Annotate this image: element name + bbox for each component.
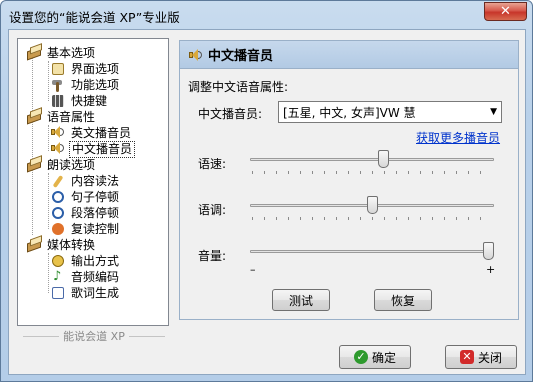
book-icon (26, 45, 42, 61)
restore-button[interactable]: 恢复 (374, 289, 432, 311)
tree-group-label: 基本选项 (47, 45, 96, 60)
tree-group-label: 媒体转换 (47, 237, 96, 252)
product-name-text: 能说会道 XP (63, 330, 125, 343)
window-title: 设置您的“能说会道 XP”专业版 (9, 10, 180, 25)
tree-group-voice[interactable]: 语音属性 (26, 109, 97, 125)
tree-item-label: 中文播音员 (69, 140, 136, 158)
restore-button-label: 恢复 (390, 293, 415, 308)
pencil-icon (50, 173, 66, 189)
pitch-slider[interactable] (250, 195, 494, 220)
close-icon: ✕ (500, 4, 511, 19)
more-announcers-link[interactable]: 获取更多播音员 (416, 129, 500, 146)
ok-button[interactable]: ✓ 确定 (339, 345, 411, 369)
announcer-select-value: [五星, 中文, 女声]VW 慧 (283, 105, 416, 120)
volume-slider[interactable] (250, 241, 494, 265)
close-x-icon: ✕ (459, 350, 474, 364)
tree-item-label: 英文播音员 (71, 125, 132, 140)
tree-item-hotkeys[interactable]: 快捷键 (50, 93, 109, 109)
group-title: 调整中文语音属性: (188, 80, 289, 94)
tree-item-paragraph-pause[interactable]: 段落停顿 (50, 205, 121, 221)
tree-item-label: 内容读法 (71, 173, 120, 188)
book-icon (26, 237, 42, 253)
volume-min-label: – (250, 263, 256, 276)
pitch-label: 语调: (198, 203, 227, 217)
tree-group-label: 朗读选项 (47, 157, 96, 172)
tree-item-label: 段落停顿 (71, 205, 120, 220)
settings-tree[interactable]: 基本选项 界面选项 功能选项 快捷键 语音属性 英文播音员 中文播音员 朗读选项… (17, 38, 169, 326)
stopwatch-icon (50, 205, 66, 221)
slider-ticks (252, 217, 492, 220)
panel-title: 中文播音员 (208, 49, 274, 64)
repeat-icon (50, 221, 66, 237)
tree-item-label: 功能选项 (71, 77, 120, 92)
slider-ticks (252, 171, 492, 174)
tree-group-label: 语音属性 (47, 109, 96, 124)
title-bar[interactable]: 设置您的“能说会道 XP”专业版 ✕ (1, 1, 532, 29)
test-button[interactable]: 测试 (272, 289, 330, 311)
settings-window: 设置您的“能说会道 XP”专业版 ✕ 基本选项 界面选项 功能选项 快捷键 语音… (0, 0, 533, 382)
tree-item-output-mode[interactable]: 输出方式 (50, 253, 121, 269)
speed-label: 语速: (198, 157, 227, 171)
ok-button-label: 确定 (371, 350, 396, 365)
tree-item-chinese-announcer[interactable]: 中文播音员 (50, 140, 136, 158)
dialog-body: 基本选项 界面选项 功能选项 快捷键 语音属性 英文播音员 中文播音员 朗读选项… (8, 29, 526, 375)
hammer-icon (50, 77, 66, 93)
slider-track (250, 158, 494, 161)
tree-item-lyrics-generation[interactable]: 歌词生成 (50, 285, 121, 301)
music-note-icon: ♪ (53, 269, 62, 284)
speaker-icon (50, 141, 66, 157)
book-icon (26, 109, 42, 125)
speaker-icon (188, 48, 202, 62)
product-name-label: 能说会道 XP (19, 328, 169, 344)
chevron-down-icon[interactable]: ▼ (490, 107, 497, 117)
tree-item-label: 句子停顿 (71, 189, 120, 204)
tree-item-english-announcer[interactable]: 英文播音员 (50, 125, 133, 141)
tree-item-label: 歌词生成 (71, 285, 120, 300)
speed-slider[interactable] (250, 149, 494, 174)
volume-max-label: + (486, 263, 496, 276)
tree-item-label: 界面选项 (71, 61, 120, 76)
speaker-icon (50, 125, 66, 141)
tree-item-repeat-control[interactable]: 复读控制 (50, 221, 121, 237)
announcer-settings-panel: 中文播音员 调整中文语音属性: 中文播音员: [五星, 中文, 女声]VW 慧 … (179, 40, 519, 320)
export-icon (50, 253, 66, 269)
tree-item-audio-encoding[interactable]: ♪ 音频编码 (50, 269, 121, 285)
tree-item-label: 输出方式 (71, 253, 120, 268)
tree-group-reading[interactable]: 朗读选项 (26, 157, 97, 173)
window-close-button[interactable]: ✕ (484, 2, 527, 21)
test-button-label: 测试 (288, 293, 313, 308)
tree-item-label: 音频编码 (71, 269, 120, 284)
slider-thumb[interactable] (367, 196, 378, 214)
checkmark-icon: ✓ (353, 350, 368, 364)
close-button[interactable]: ✕ 关闭 (445, 345, 517, 369)
tree-item-interface[interactable]: 界面选项 (50, 61, 121, 77)
volume-label: 音量: (198, 249, 227, 263)
tree-item-content-reading[interactable]: 内容读法 (50, 173, 121, 189)
lyrics-icon (50, 285, 66, 301)
tree-item-label: 复读控制 (71, 221, 120, 236)
announcer-select[interactable]: [五星, 中文, 女声]VW 慧 ▼ (278, 101, 502, 123)
slider-track (250, 250, 494, 253)
stopwatch-icon (50, 189, 66, 205)
panel-header: 中文播音员 (180, 41, 518, 69)
book-icon (26, 157, 42, 173)
page-icon (50, 61, 66, 77)
tree-item-label: 快捷键 (71, 93, 108, 108)
tree-group-basic[interactable]: 基本选项 (26, 45, 97, 61)
tree-group-media[interactable]: 媒体转换 (26, 237, 97, 253)
tree-item-function[interactable]: 功能选项 (50, 77, 121, 93)
slider-thumb[interactable] (483, 242, 494, 260)
tree-item-sentence-pause[interactable]: 句子停顿 (50, 189, 121, 205)
close-button-label: 关闭 (477, 350, 502, 365)
slider-thumb[interactable] (378, 150, 389, 168)
announcer-label: 中文播音员: (198, 107, 263, 121)
keyboard-icon (50, 93, 66, 109)
